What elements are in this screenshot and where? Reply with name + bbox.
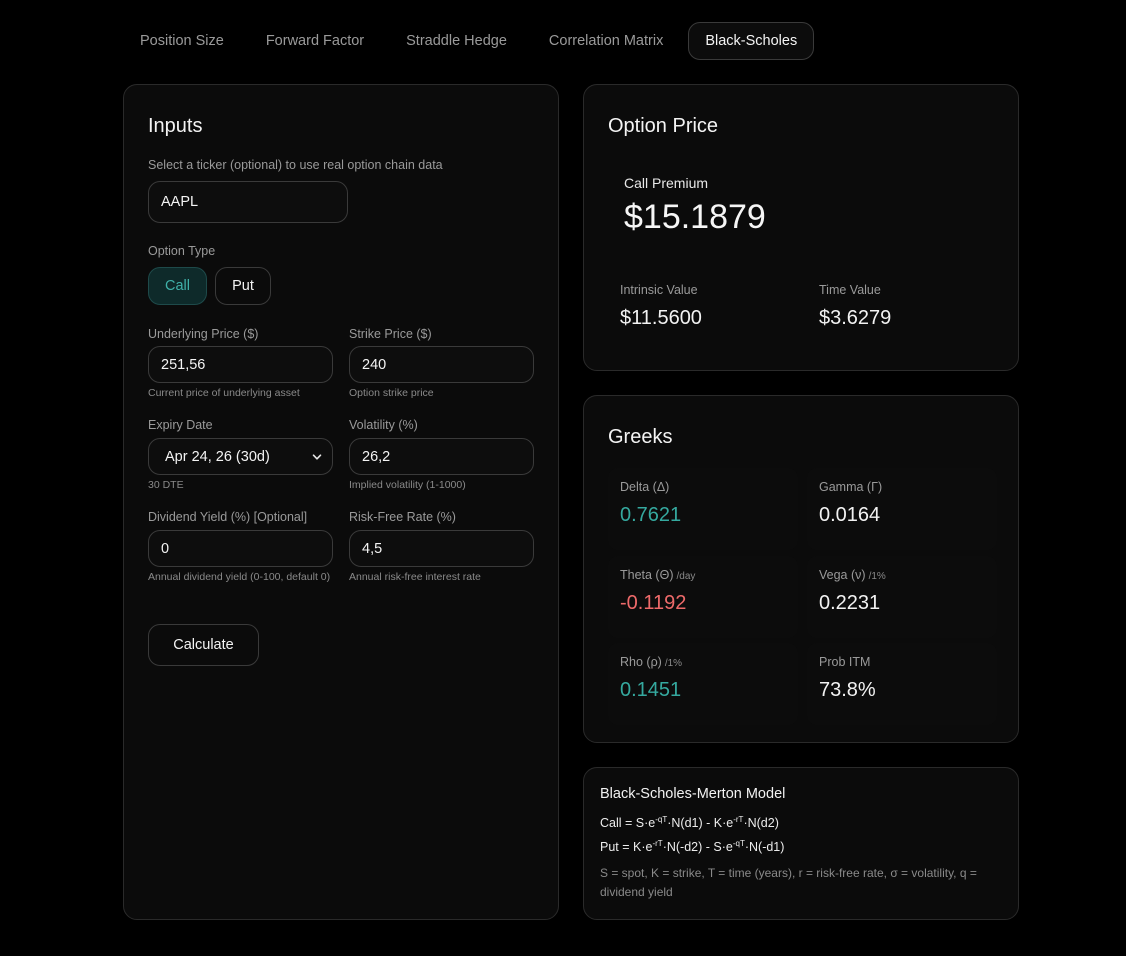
riskfree-hint: Annual risk-free interest rate: [349, 571, 481, 583]
underlying-hint: Current price of underlying asset: [148, 387, 300, 399]
theta-value: -0.1192: [620, 592, 687, 614]
prob-itm-value: 73.8%: [819, 679, 876, 701]
expiry-hint: 30 DTE: [148, 479, 184, 491]
delta-label: Delta (Δ): [620, 480, 670, 494]
expiry-select[interactable]: Apr 24, 26 (30d): [148, 438, 333, 475]
theta-label-row: Theta (Θ)/day: [620, 568, 695, 582]
rho-value: 0.1451: [620, 679, 682, 701]
call-toggle[interactable]: Call: [148, 267, 207, 305]
underlying-label: Underlying Price ($): [148, 327, 259, 341]
premium-value: $15.1879: [624, 198, 766, 236]
expiry-label: Expiry Date: [148, 418, 213, 432]
vega-unit: /1%: [868, 571, 886, 582]
greek-theta: Theta (Θ)/day -0.1192: [608, 556, 798, 638]
rho-unit: /1%: [664, 658, 683, 669]
ticker-hint: Select a ticker (optional) to use real o…: [148, 158, 443, 172]
tab-correlation-matrix[interactable]: Correlation Matrix: [532, 22, 680, 60]
tab-bar: Position Size Forward Factor Straddle He…: [123, 22, 822, 60]
model-title: Black-Scholes-Merton Model: [600, 786, 786, 802]
greek-prob-itm: Prob ITM 73.8%: [807, 643, 997, 725]
ticker-input[interactable]: AAPL: [148, 181, 348, 223]
gamma-label: Gamma (Γ): [819, 480, 883, 494]
inputs-card: Inputs Select a ticker (optional) to use…: [123, 84, 559, 920]
put-formula: Put = K·e-rT·N(-d2) - S·e-qT·N(-d1): [600, 839, 785, 854]
delta-value: 0.7621: [620, 504, 682, 526]
greek-vega: Vega (ν)/1% 0.2231: [807, 556, 997, 638]
gamma-value: 0.0164: [819, 504, 881, 526]
greeks-title: Greeks: [608, 426, 673, 448]
rho-label-row: Rho (ρ)/1%: [620, 655, 682, 669]
vega-label-row: Vega (ν)/1%: [819, 568, 886, 582]
volatility-hint: Implied volatility (1-1000): [349, 479, 466, 491]
prob-itm-label: Prob ITM: [819, 655, 871, 669]
call-formula: Call = S·e-qT·N(d1) - K·e-rT·N(d2): [600, 815, 779, 830]
time-value-label: Time Value: [819, 283, 881, 297]
vega-label: Vega (ν): [819, 568, 866, 582]
option-price-title: Option Price: [608, 115, 719, 137]
strike-hint: Option strike price: [349, 387, 434, 399]
tab-forward-factor[interactable]: Forward Factor: [249, 22, 381, 60]
tab-black-scholes[interactable]: Black-Scholes: [688, 22, 815, 60]
option-price-card: Option Price Call Premium $15.1879 Intri…: [583, 84, 1019, 371]
greek-gamma: Gamma (Γ) 0.0164: [807, 468, 997, 550]
theta-label: Theta (Θ): [620, 568, 674, 582]
model-legend: S = spot, K = strike, T = time (years), …: [600, 866, 977, 899]
option-type-label: Option Type: [148, 244, 216, 258]
strike-price-input[interactable]: 240: [349, 346, 534, 383]
vega-value: 0.2231: [819, 592, 881, 614]
theta-unit: /day: [676, 571, 696, 582]
volatility-label: Volatility (%): [349, 418, 418, 432]
dividend-yield-input[interactable]: 0: [148, 530, 333, 567]
dividend-hint: Annual dividend yield (0-100, default 0): [148, 571, 331, 583]
tab-position-size[interactable]: Position Size: [123, 22, 241, 60]
riskfree-label: Risk-Free Rate (%): [349, 510, 456, 524]
dividend-label: Dividend Yield (%) [Optional]: [148, 510, 308, 524]
inputs-title: Inputs: [148, 115, 203, 137]
intrinsic-label: Intrinsic Value: [620, 283, 698, 297]
intrinsic-value: $11.5600: [620, 307, 702, 329]
time-value: $3.6279: [819, 307, 892, 329]
greek-delta: Delta (Δ) 0.7621: [608, 468, 798, 550]
underlying-price-input[interactable]: 251,56: [148, 346, 333, 383]
strike-label: Strike Price ($): [349, 327, 432, 341]
rho-label: Rho (ρ): [620, 655, 662, 669]
greeks-card: Greeks Delta (Δ) 0.7621 Gamma (Γ) 0.0164…: [583, 395, 1019, 743]
chevron-down-icon: [312, 453, 322, 460]
greek-rho: Rho (ρ)/1% 0.1451: [608, 643, 798, 725]
tab-straddle-hedge[interactable]: Straddle Hedge: [389, 22, 524, 60]
put-toggle[interactable]: Put: [215, 267, 271, 305]
risk-free-rate-input[interactable]: 4,5: [349, 530, 534, 567]
premium-label: Call Premium: [624, 175, 709, 191]
volatility-input[interactable]: 26,2: [349, 438, 534, 475]
model-card: Black-Scholes-Merton Model Call = S·e-qT…: [583, 767, 1019, 920]
calculate-button[interactable]: Calculate: [148, 624, 259, 666]
expiry-value: Apr 24, 26 (30d): [165, 448, 270, 465]
